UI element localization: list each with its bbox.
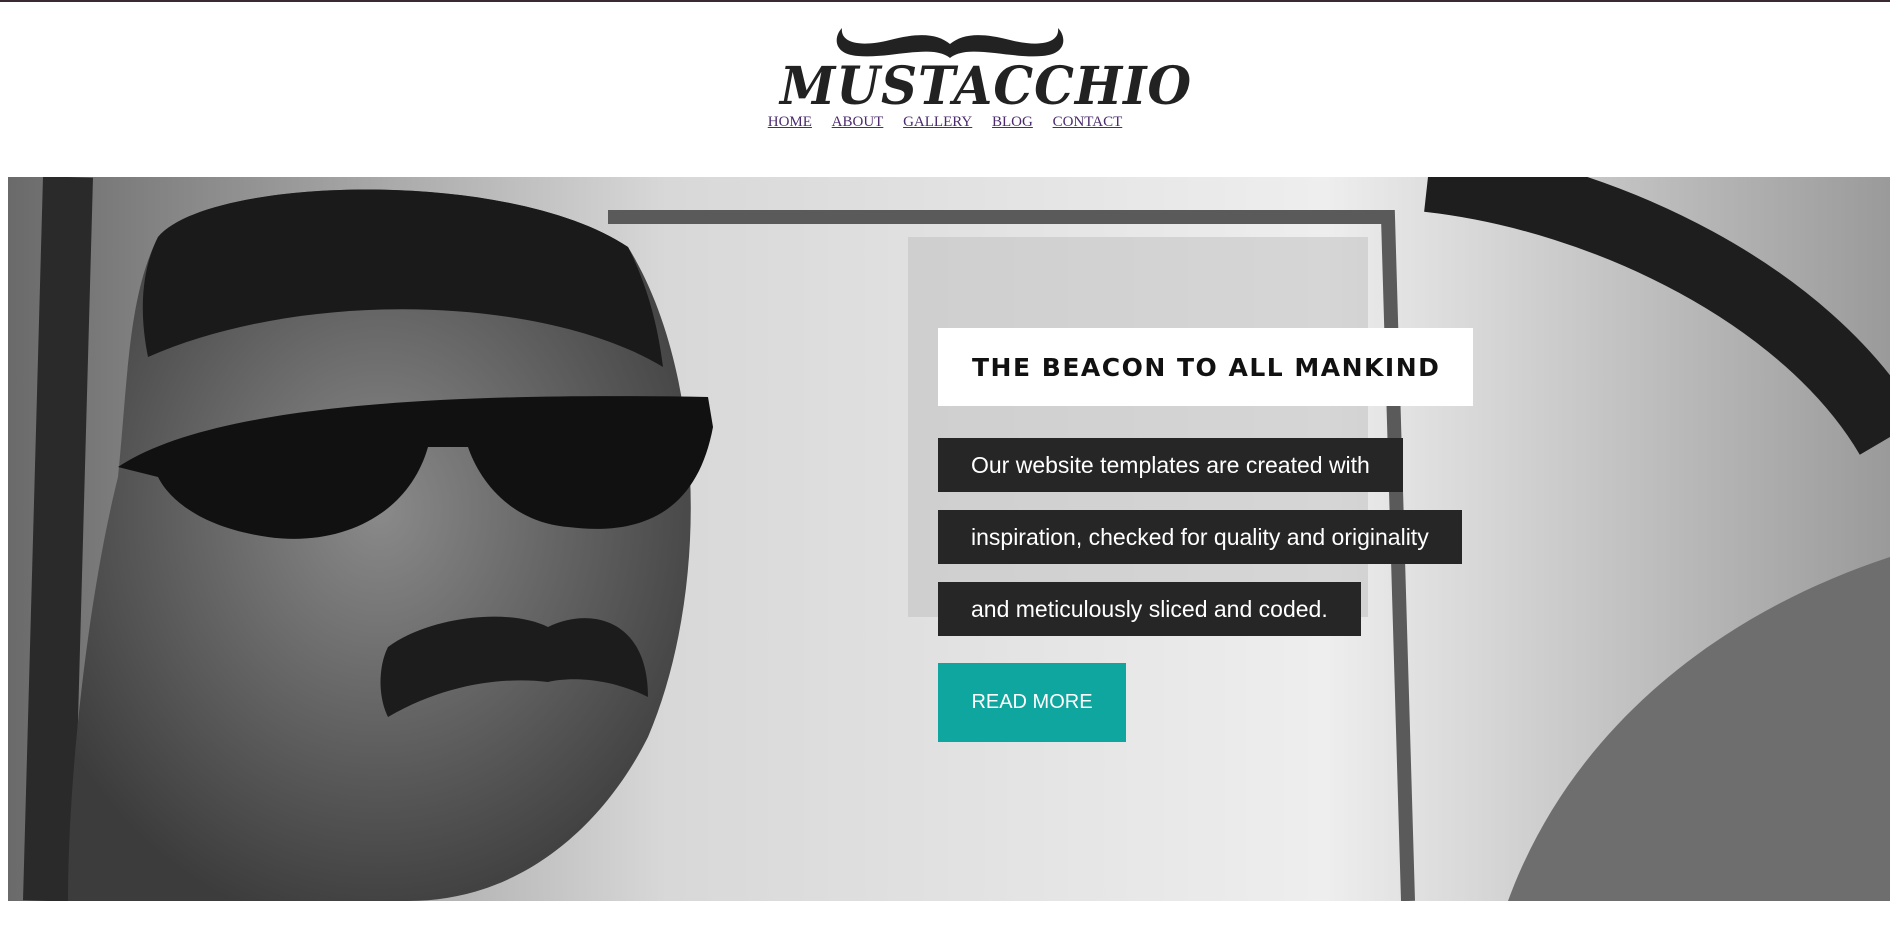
- hero-text-line-3: and meticulously sliced and coded.: [971, 595, 1328, 622]
- read-more-button[interactable]: READ MORE: [938, 663, 1126, 742]
- nav-contact[interactable]: CONTACT: [1053, 114, 1123, 130]
- hero-text-line: and meticulously sliced and coded.: [938, 582, 1361, 636]
- site-header: MUSTACCHIO HOME ABOUT GALLERY BLOG CONTA…: [0, 2, 1890, 172]
- main-nav: HOME ABOUT GALLERY BLOG CONTACT: [0, 114, 1890, 131]
- nav-blog[interactable]: BLOG: [992, 114, 1033, 130]
- nav-about[interactable]: ABOUT: [832, 114, 884, 130]
- hero-banner: THE BEACON TO ALL MANKIND Our website te…: [8, 177, 1890, 901]
- hero-text-line-2: inspiration, checked for quality and ori…: [971, 523, 1429, 550]
- nav-gallery[interactable]: GALLERY: [903, 114, 972, 130]
- hero-text-line: inspiration, checked for quality and ori…: [938, 510, 1462, 564]
- hero-text-line: Our website templates are created with: [938, 438, 1403, 492]
- hero-text-line-1: Our website templates are created with: [971, 451, 1370, 478]
- hero-headline: THE BEACON TO ALL MANKIND: [972, 352, 1441, 382]
- nav-home[interactable]: HOME: [768, 114, 812, 130]
- headline-box: THE BEACON TO ALL MANKIND: [938, 328, 1473, 406]
- site-logo[interactable]: MUSTACCHIO: [780, 14, 1191, 116]
- logo-wordmark: MUSTACCHIO: [780, 54, 1193, 117]
